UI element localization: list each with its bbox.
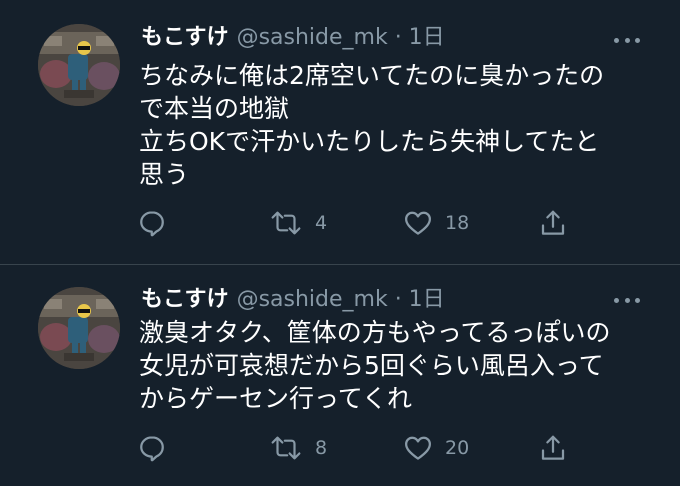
share-icon bbox=[541, 210, 565, 235]
tweet-actions: 8 20 bbox=[0, 430, 680, 466]
retweet-button[interactable]: 4 bbox=[269, 205, 327, 241]
more-icon[interactable] bbox=[614, 295, 640, 305]
avatar[interactable] bbox=[38, 24, 120, 106]
retweet-count: 8 bbox=[315, 437, 328, 459]
timeline-feed: もこすけ @sashide_mk · 1日 ちなみに俺は2席空いてたのに臭かったの… bbox=[0, 0, 680, 486]
avatar-image bbox=[38, 24, 120, 106]
retweet-icon bbox=[271, 436, 301, 460]
tweet-text-line: からゲーセン行ってくれ bbox=[139, 384, 413, 413]
retweet-button[interactable]: 8 bbox=[269, 430, 327, 466]
tweet-text-line: 女児が可哀想だから5回ぐらい風呂入って bbox=[139, 351, 604, 380]
tweet-text-line: 激臭オタク、筐体の方もやってるっぽいの bbox=[139, 318, 611, 347]
heart-icon bbox=[405, 436, 431, 460]
tweet[interactable]: もこすけ @sashide_mk · 1日 激臭オタク、筐体の方もやってるっぽいの… bbox=[0, 265, 680, 486]
tweet-actions: 4 18 bbox=[0, 205, 680, 241]
more-icon[interactable] bbox=[614, 35, 640, 45]
tweet-text: 激臭オタク、筐体の方もやってるっぽいの 女児が可哀想だから5回ぐらい風呂入って … bbox=[139, 316, 649, 415]
like-button[interactable]: 20 bbox=[403, 430, 469, 466]
tweet-header: もこすけ @sashide_mk · 1日 bbox=[141, 283, 445, 317]
reply-button[interactable] bbox=[137, 205, 167, 241]
tweet-text-line: で本当の地獄 bbox=[139, 94, 290, 123]
heart-icon bbox=[405, 211, 431, 235]
handle-and-time[interactable]: @sashide_mk · 1日 bbox=[237, 25, 445, 50]
share-button[interactable] bbox=[538, 205, 568, 241]
tweet[interactable]: もこすけ @sashide_mk · 1日 ちなみに俺は2席空いてたのに臭かったの… bbox=[0, 0, 680, 264]
retweet-count: 4 bbox=[315, 212, 328, 234]
like-button[interactable]: 18 bbox=[403, 205, 469, 241]
like-count: 18 bbox=[445, 212, 470, 234]
tweet-text-line: ちなみに俺は2席空いてたのに臭かったの bbox=[139, 61, 605, 90]
share-button[interactable] bbox=[538, 430, 568, 466]
reply-icon bbox=[140, 211, 164, 237]
display-name[interactable]: もこすけ bbox=[141, 287, 229, 312]
reply-button[interactable] bbox=[137, 430, 167, 466]
avatar-image bbox=[38, 287, 120, 369]
share-icon bbox=[541, 435, 565, 460]
display-name[interactable]: もこすけ bbox=[141, 25, 229, 50]
tweet-text-line: 立ちOKで汗かいたりしたら失神してたと bbox=[139, 127, 600, 156]
tweet-header: もこすけ @sashide_mk · 1日 bbox=[141, 21, 445, 55]
reply-icon bbox=[140, 436, 164, 462]
retweet-icon bbox=[271, 211, 301, 235]
tweet-text: ちなみに俺は2席空いてたのに臭かったの で本当の地獄 立ちOKで汗かいたりしたら… bbox=[139, 59, 649, 191]
like-count: 20 bbox=[445, 437, 470, 459]
handle-and-time[interactable]: @sashide_mk · 1日 bbox=[237, 287, 445, 312]
tweet-text-line: 思う bbox=[139, 160, 190, 189]
avatar[interactable] bbox=[38, 287, 120, 369]
